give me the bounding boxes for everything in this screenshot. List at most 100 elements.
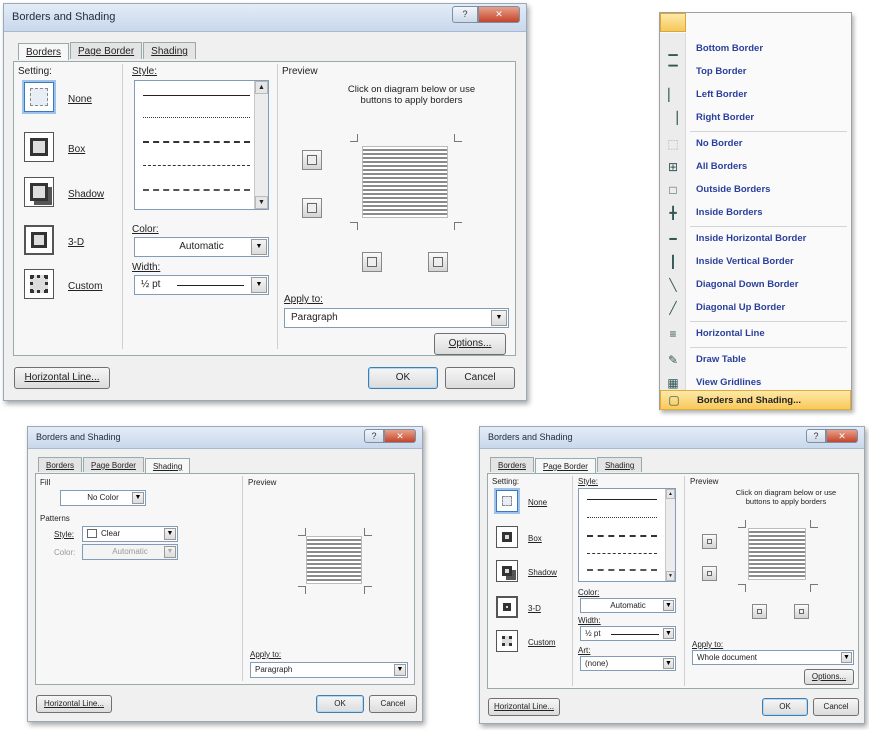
top-border-button[interactable]: [702, 534, 717, 549]
dropdown-arrow-icon[interactable]: ▼: [164, 528, 176, 540]
pattern-color-dropdown[interactable]: Automatic ▼: [82, 544, 178, 560]
apply-to-dropdown[interactable]: Paragraph ▼: [250, 662, 408, 678]
tab-page-border[interactable]: Page Border: [535, 458, 596, 473]
style-listbox[interactable]: ▲ ▼: [134, 80, 269, 210]
ok-button[interactable]: OK: [316, 695, 364, 713]
scroll-down-icon[interactable]: ▼: [255, 196, 268, 209]
preview-diagram[interactable]: [748, 528, 806, 580]
top-border-button[interactable]: [302, 150, 322, 170]
cancel-button[interactable]: Cancel: [813, 698, 859, 716]
style-dashdot-line[interactable]: [143, 141, 250, 143]
style-dotted-line[interactable]: [587, 517, 657, 518]
cancel-button[interactable]: Cancel: [445, 367, 515, 389]
horizontal-line-button[interactable]: Horizontal Line...: [14, 367, 110, 389]
menu-item-bottom-border[interactable]: ▁ Bottom Border: [660, 38, 851, 60]
tab-shading[interactable]: Shading: [144, 458, 191, 473]
setting-3d-label[interactable]: 3-D: [68, 237, 84, 248]
dropdown-arrow-icon[interactable]: ▼: [663, 600, 674, 611]
tab-borders[interactable]: Borders: [490, 457, 535, 472]
width-dropdown[interactable]: ½ pt ▼: [134, 275, 269, 295]
setting-none-label[interactable]: None: [68, 94, 92, 105]
setting-shadow-icon[interactable]: [496, 560, 518, 582]
menu-item-horizontal-line[interactable]: ≡ Horizontal Line: [660, 323, 851, 345]
style-dotted-line[interactable]: [143, 117, 250, 118]
ok-button[interactable]: OK: [368, 367, 438, 389]
ok-button[interactable]: OK: [762, 698, 808, 716]
help-button[interactable]: ?: [364, 429, 384, 443]
style-long-dash-line[interactable]: [587, 569, 657, 571]
tab-borders[interactable]: Borders: [38, 457, 83, 472]
pattern-style-dropdown[interactable]: Clear ▼: [82, 526, 178, 542]
right-border-button[interactable]: [794, 604, 809, 619]
setting-shadow-icon[interactable]: [24, 177, 54, 207]
menu-item-all-borders[interactable]: ⊞ All Borders: [660, 156, 851, 178]
menu-item-diagonal-down-border[interactable]: ╲ Diagonal Down Border: [660, 274, 851, 296]
style-long-dash-line[interactable]: [143, 189, 250, 191]
setting-box-label[interactable]: Box: [68, 144, 85, 155]
menu-item-right-border[interactable]: ▕ Right Border: [660, 107, 851, 129]
style-dashed-line[interactable]: [143, 165, 250, 166]
style-scrollbar[interactable]: ▲ ▼: [254, 81, 268, 209]
dropdown-arrow-icon[interactable]: ▼: [251, 239, 267, 255]
options-button[interactable]: Options...: [434, 333, 506, 355]
cancel-button[interactable]: Cancel: [369, 695, 417, 713]
setting-3d-label[interactable]: 3-D: [528, 604, 541, 613]
art-dropdown[interactable]: (none) ▼: [580, 656, 676, 671]
scroll-up-icon[interactable]: ▲: [255, 81, 268, 94]
color-dropdown[interactable]: Automatic ▼: [134, 237, 269, 257]
style-solid-line[interactable]: [587, 499, 657, 500]
bottom-border-button[interactable]: [702, 566, 717, 581]
menu-item-no-border[interactable]: ⬚ No Border: [660, 133, 851, 155]
width-dropdown[interactable]: ½ pt ▼: [580, 626, 676, 641]
scroll-up-icon[interactable]: ▲: [666, 489, 675, 499]
style-dashed-line[interactable]: [587, 553, 657, 554]
setting-box-icon[interactable]: [496, 526, 518, 548]
help-button[interactable]: ?: [452, 6, 478, 23]
style-listbox[interactable]: ▲ ▼: [578, 488, 676, 582]
setting-custom-icon[interactable]: [24, 269, 54, 299]
horizontal-line-button[interactable]: Horizontal Line...: [488, 698, 560, 716]
menu-item-top-border[interactable]: ▔ Top Border: [660, 61, 851, 83]
close-button[interactable]: ✕: [478, 6, 520, 23]
dropdown-arrow-icon[interactable]: ▼: [394, 664, 406, 676]
menu-item-draw-table[interactable]: ✎ Draw Table: [660, 349, 851, 371]
menu-item-inside-borders[interactable]: ╋ Inside Borders: [660, 202, 851, 224]
color-dropdown[interactable]: Automatic ▼: [580, 598, 676, 613]
setting-box-icon[interactable]: [24, 132, 54, 162]
dropdown-arrow-icon[interactable]: ▼: [663, 658, 674, 669]
left-border-button[interactable]: [362, 252, 382, 272]
tab-page-border[interactable]: Page Border: [70, 42, 143, 59]
dropdown-arrow-icon[interactable]: ▼: [491, 310, 507, 326]
setting-3d-icon[interactable]: [496, 596, 518, 618]
dropdown-arrow-icon[interactable]: ▼: [251, 277, 267, 293]
apply-to-dropdown[interactable]: Paragraph ▼: [284, 308, 509, 328]
menu-item-outside-borders[interactable]: □ Outside Borders: [660, 179, 851, 201]
tab-shading[interactable]: Shading: [596, 457, 643, 472]
right-border-button[interactable]: [428, 252, 448, 272]
style-solid-line[interactable]: [143, 95, 250, 96]
menu-item-left-border[interactable]: ▏ Left Border: [660, 84, 851, 106]
preview-diagram[interactable]: [362, 146, 448, 218]
setting-3d-icon[interactable]: [24, 225, 54, 255]
borders-menu-button-icon[interactable]: [660, 13, 686, 32]
tab-shading[interactable]: Shading: [143, 42, 196, 59]
setting-shadow-label[interactable]: Shadow: [68, 189, 104, 200]
setting-custom-icon[interactable]: [496, 630, 518, 652]
scroll-down-icon[interactable]: ▼: [666, 571, 675, 581]
menu-item-inside-vertical-border[interactable]: ┃ Inside Vertical Border: [660, 251, 851, 273]
menu-item-diagonal-up-border[interactable]: ╱ Diagonal Up Border: [660, 297, 851, 319]
dropdown-arrow-icon[interactable]: ▼: [841, 652, 852, 663]
horizontal-line-button[interactable]: Horizontal Line...: [36, 695, 112, 713]
close-button[interactable]: ✕: [384, 429, 416, 443]
help-button[interactable]: ?: [806, 429, 826, 443]
bottom-border-button[interactable]: [302, 198, 322, 218]
style-dashdot-line[interactable]: [587, 535, 657, 537]
setting-none-icon[interactable]: [496, 490, 518, 512]
setting-shadow-label[interactable]: Shadow: [528, 568, 557, 577]
options-button[interactable]: Options...: [804, 669, 854, 685]
setting-box-label[interactable]: Box: [528, 534, 542, 543]
tab-page-border[interactable]: Page Border: [83, 457, 144, 472]
dropdown-arrow-icon[interactable]: ▼: [663, 628, 674, 639]
apply-to-dropdown[interactable]: Whole document ▼: [692, 650, 854, 665]
menu-item-inside-horizontal-border[interactable]: ━ Inside Horizontal Border: [660, 228, 851, 250]
